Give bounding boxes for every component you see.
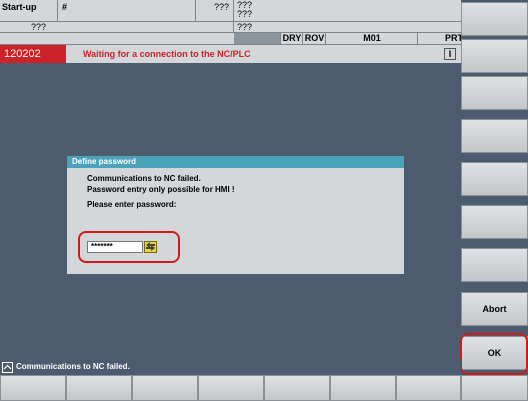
status-message: Communications to NC failed. — [16, 362, 130, 371]
ok-label: OK — [487, 348, 502, 358]
abort-button[interactable]: Abort — [461, 292, 528, 326]
softkey-h2[interactable] — [66, 375, 132, 401]
softkey-v1[interactable] — [461, 2, 528, 36]
softkey-h8[interactable] — [461, 375, 528, 401]
dialog-line2: Password entry only possible for HMI ! — [87, 185, 235, 194]
alarm-number-text: 120202 — [4, 48, 41, 60]
channel-symbol: # — [62, 2, 68, 12]
softkey-h3[interactable] — [132, 375, 198, 401]
password-value: ******* — [91, 242, 113, 251]
ok-button[interactable]: OK — [461, 336, 528, 370]
alarm-line: Waiting for a connection to the NC/PLC — [66, 45, 462, 63]
status-tag-prt: PRT — [417, 33, 461, 44]
softkey-h4[interactable] — [198, 375, 264, 401]
status-tag-m01: M01 — [325, 33, 418, 44]
softkey-h5[interactable] — [264, 375, 330, 401]
dialog-title-bar: Define password — [67, 156, 404, 168]
program-line1: ??? — [237, 0, 253, 10]
alarm-ack-label: I — [448, 49, 452, 59]
status-bar: Communications to NC failed. — [0, 359, 461, 375]
program-field: ??? ??? — [234, 0, 462, 22]
softkey-v3[interactable] — [461, 76, 528, 110]
mode-field: Start-up — [0, 0, 58, 22]
softkey-v7[interactable] — [461, 248, 528, 282]
channel-field: # — [58, 0, 196, 22]
sub-left-value: ??? — [31, 22, 47, 32]
status-row: DRY ROV M01 PRT — [0, 33, 462, 45]
expand-icon[interactable] — [2, 361, 13, 373]
field-a: ??? — [196, 0, 234, 22]
mode-label: Start-up — [2, 2, 37, 12]
program-line2: ??? — [237, 9, 253, 19]
softkey-v6[interactable] — [461, 205, 528, 239]
softkey-h7[interactable] — [396, 375, 461, 401]
dialog-prompt: Please enter password: — [87, 200, 177, 209]
alarm-number: 120202 — [0, 45, 66, 63]
softkey-v2[interactable] — [461, 39, 528, 73]
toggle-arrows-icon — [146, 242, 155, 251]
softkey-h1[interactable] — [0, 375, 66, 401]
alarm-text: Waiting for a connection to the NC/PLC — [83, 49, 251, 59]
softkey-v5[interactable] — [461, 162, 528, 196]
sub-right-value: ??? — [237, 22, 253, 32]
sub-right-field: ??? — [234, 22, 462, 33]
password-dialog: Define password Communications to NC fai… — [67, 156, 404, 274]
dialog-line1: Communications to NC failed. — [87, 174, 201, 183]
sub-left-field: ??? — [0, 22, 234, 33]
softkey-h6[interactable] — [330, 375, 396, 401]
dialog-title: Define password — [72, 157, 137, 166]
status-tag-dry: DRY — [280, 33, 303, 44]
abort-label: Abort — [482, 304, 507, 314]
status-tag-rov: ROV — [302, 33, 326, 44]
field-a-value: ??? — [213, 2, 229, 12]
input-toggle-button[interactable] — [144, 241, 157, 253]
softkey-v4[interactable] — [461, 119, 528, 153]
alarm-ack-button[interactable]: I — [444, 48, 456, 60]
password-field[interactable]: ******* — [87, 241, 143, 253]
